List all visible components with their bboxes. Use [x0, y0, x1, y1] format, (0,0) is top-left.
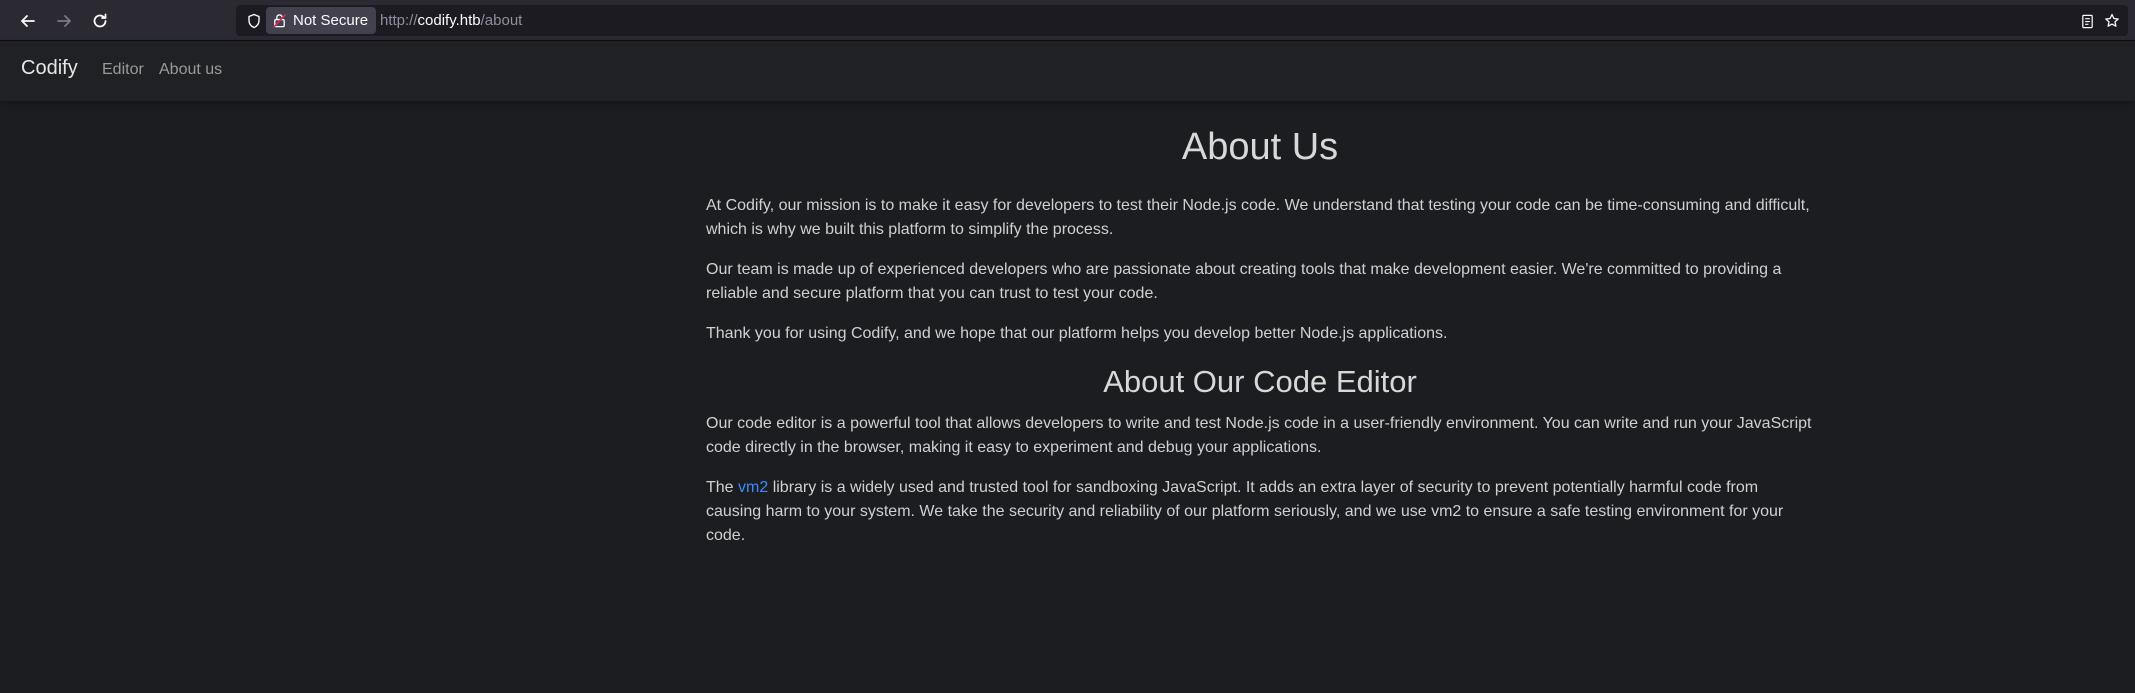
mission-paragraph: At Codify, our mission is to make it eas…: [706, 197, 1810, 238]
main-content: About Us At Codify, our mission is to ma…: [706, 101, 1814, 564]
vm2-text-before: The: [706, 479, 739, 496]
site-navbar: Codify Editor About us: [0, 41, 2135, 101]
vm2-link[interactable]: vm2: [738, 479, 768, 496]
back-button[interactable]: [12, 6, 44, 35]
address-bar[interactable]: Not Secure http://codify.htb/about: [236, 5, 2128, 36]
vm2-paragraph: The vm2 library is a widely used and tru…: [706, 476, 1814, 548]
not-secure-indicator[interactable]: Not Secure: [266, 7, 377, 34]
code-editor-heading: About Our Code Editor: [1103, 364, 1417, 399]
thanks-paragraph: Thank you for using Codify, and we hope …: [706, 325, 1448, 342]
team-paragraph: Our team is made up of experienced devel…: [706, 261, 1782, 302]
editor-description-paragraph: Our code editor is a powerful tool that …: [706, 415, 1812, 456]
forward-button[interactable]: [48, 6, 80, 35]
url-path: /about: [480, 12, 523, 29]
reload-button[interactable]: [84, 6, 116, 35]
nav-link-about-us[interactable]: About us: [159, 61, 222, 79]
url-host: codify.htb: [417, 12, 481, 29]
brand-link[interactable]: Codify: [21, 57, 78, 80]
arrow-left-icon: [21, 14, 35, 27]
nav-link-editor[interactable]: Editor: [102, 61, 144, 79]
reload-icon: [93, 13, 107, 27]
url-protocol: http://: [380, 12, 418, 29]
tracking-protection-shield-icon[interactable]: [244, 11, 264, 31]
reader-view-icon[interactable]: [2076, 10, 2098, 32]
bookmark-star-icon[interactable]: [2101, 10, 2123, 32]
arrow-right-icon: [57, 14, 71, 27]
about-us-heading: About Us: [1181, 126, 1339, 168]
url-text[interactable]: http://codify.htb/about: [380, 5, 522, 36]
broken-lock-icon: [273, 14, 286, 28]
browser-toolbar: Not Secure http://codify.htb/about: [0, 0, 2135, 41]
not-secure-label: Not Secure: [293, 12, 369, 29]
vm2-text-after: library is a widely used and trusted too…: [706, 479, 1784, 544]
